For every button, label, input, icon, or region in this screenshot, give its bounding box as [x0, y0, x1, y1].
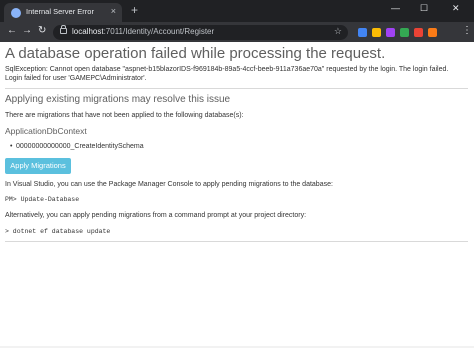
visual-studio-instructions: In Visual Studio, you can use the Packag… — [5, 181, 333, 188]
minimize-button[interactable]: — — [391, 3, 400, 13]
reload-button[interactable]: ↻ — [38, 25, 46, 36]
page-title: A database operation failed while proces… — [5, 45, 386, 62]
cli-command: > dotnet ef database update — [5, 228, 111, 235]
divider — [5, 88, 468, 89]
browser-tab[interactable]: Internal Server Error × — [4, 3, 122, 22]
address-bar[interactable]: localhost:7011/Identity/Account/Register… — [53, 25, 348, 40]
extension-icon[interactable] — [428, 28, 437, 37]
extension-icon[interactable] — [386, 28, 395, 37]
extension-icon[interactable] — [400, 28, 409, 37]
bookmark-star-icon[interactable]: ☆ — [334, 26, 342, 37]
extension-icon[interactable] — [358, 28, 367, 37]
divider — [5, 241, 468, 242]
migration-list-item: 00000000000000_CreateIdentitySchema — [10, 143, 144, 150]
apply-migrations-button[interactable]: Apply Migrations — [5, 158, 71, 174]
lock-icon[interactable] — [60, 25, 67, 34]
cli-instructions: Alternatively, you can apply pending mig… — [5, 212, 307, 219]
new-tab-button[interactable]: + — [131, 4, 138, 16]
extension-icon[interactable] — [372, 28, 381, 37]
maximize-button[interactable]: ☐ — [420, 3, 428, 14]
tab-favicon-icon — [11, 8, 21, 18]
error-message: SqlException: Cannot open database "aspn… — [5, 66, 449, 82]
forward-button[interactable]: → — [22, 25, 32, 36]
tab-close-icon[interactable]: × — [111, 6, 116, 16]
section-title: Applying existing migrations may resolve… — [5, 94, 231, 105]
url-text[interactable]: localhost:7011/Identity/Account/Register — [72, 27, 214, 36]
back-button[interactable]: ← — [7, 25, 17, 36]
pending-migrations-text: There are migrations that have not been … — [5, 112, 244, 119]
tab-title: Internal Server Error — [26, 7, 94, 16]
browser-title-bar: Internal Server Error × + — ☐ ✕ — [0, 0, 474, 22]
pmc-command: PM> Update-Database — [5, 196, 80, 203]
extension-icon[interactable] — [414, 28, 423, 37]
browser-toolbar: ← → ↻ localhost:7011/Identity/Account/Re… — [0, 22, 474, 42]
close-window-button[interactable]: ✕ — [452, 3, 460, 14]
db-context-name: ApplicationDbContext — [5, 126, 87, 136]
browser-menu-icon[interactable]: ⋮ — [462, 25, 472, 36]
